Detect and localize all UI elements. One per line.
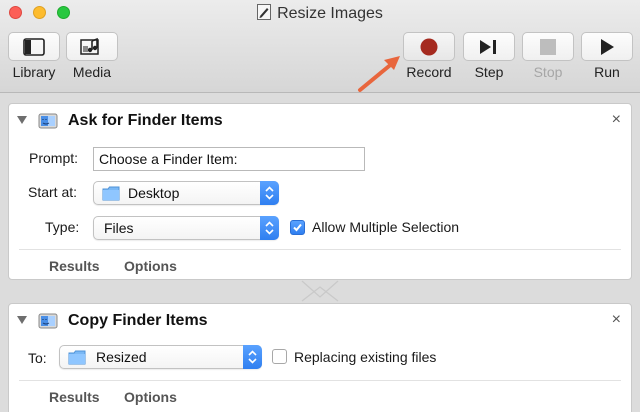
prompt-label: Prompt: [29, 150, 79, 166]
window-toolbar: Resize Images Library Media Record Step … [0, 0, 640, 93]
popup-chevron-icon [260, 216, 279, 240]
step-button[interactable] [463, 32, 515, 61]
run-button[interactable] [581, 32, 633, 61]
action-copy-finder-items: Copy Finder Items × To: Resized Replacin… [8, 303, 632, 412]
close-action-icon[interactable]: × [612, 111, 621, 129]
folder-icon [68, 350, 86, 365]
start-at-value: Desktop [128, 185, 180, 201]
action-header: Copy Finder Items × [9, 304, 631, 336]
start-at-popup[interactable]: Desktop [93, 181, 279, 205]
replacing-existing-label: Replacing existing files [294, 349, 437, 365]
library-button[interactable] [8, 32, 60, 61]
type-label: Type: [45, 219, 80, 235]
results-tab[interactable]: Results [49, 258, 100, 274]
to-label: To: [28, 350, 47, 366]
action-title: Copy Finder Items [68, 312, 208, 329]
type-value: Files [104, 220, 134, 236]
prompt-input[interactable] [93, 147, 365, 171]
finder-icon [38, 113, 58, 129]
record-icon [420, 38, 438, 55]
stop-button[interactable] [522, 32, 574, 61]
close-action-icon[interactable]: × [612, 311, 621, 329]
action-title: Ask for Finder Items [68, 112, 223, 129]
step-label: Step [474, 64, 504, 80]
media-label: Media [72, 64, 112, 80]
footer-divider [19, 249, 621, 250]
footer-divider [19, 380, 621, 381]
disclosure-triangle-icon[interactable] [17, 316, 27, 324]
window-title: Resize Images [277, 5, 383, 22]
record-button[interactable] [403, 32, 455, 61]
options-tab[interactable]: Options [124, 258, 177, 274]
start-at-label: Start at: [28, 184, 78, 200]
checkmark-icon [293, 223, 302, 232]
results-tab[interactable]: Results [49, 389, 100, 405]
options-tab[interactable]: Options [124, 389, 177, 405]
run-label: Run [594, 64, 620, 80]
action-header: Ask for Finder Items × [9, 104, 631, 136]
run-icon [601, 38, 614, 55]
disclosure-triangle-icon[interactable] [17, 116, 27, 124]
allow-multiple-checkbox[interactable] [290, 220, 305, 235]
type-popup[interactable]: Files [93, 216, 279, 240]
media-button[interactable] [66, 32, 118, 61]
window-title-bar: Resize Images [0, 4, 640, 23]
action-connector-icon [301, 280, 339, 302]
stop-icon [540, 38, 556, 55]
step-icon [480, 39, 496, 54]
workflow-document-icon [257, 4, 272, 20]
action-ask-for-finder-items: Ask for Finder Items × Prompt: Start at:… [8, 103, 632, 280]
popup-chevron-icon [243, 345, 262, 369]
replacing-existing-checkbox[interactable] [272, 349, 287, 364]
media-icon [80, 37, 99, 55]
annotation-arrow-icon [358, 56, 400, 92]
folder-icon [102, 186, 120, 201]
destination-value: Resized [96, 349, 147, 365]
library-icon [23, 37, 45, 56]
destination-popup[interactable]: Resized [59, 345, 262, 369]
library-label: Library [12, 64, 56, 80]
allow-multiple-label: Allow Multiple Selection [312, 219, 460, 235]
stop-label: Stop [533, 64, 563, 80]
finder-icon [38, 313, 58, 329]
popup-chevron-icon [260, 181, 279, 205]
